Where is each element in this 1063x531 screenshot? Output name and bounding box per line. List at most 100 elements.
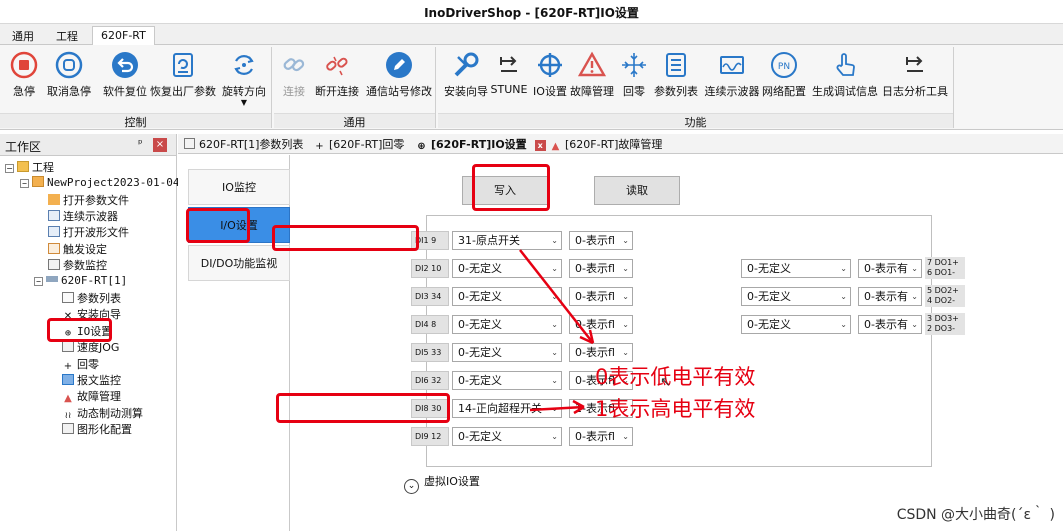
log-tool-button[interactable]: 日志分析工具 bbox=[880, 51, 950, 99]
fault-mgmt-button[interactable]: 故障管理 bbox=[568, 51, 616, 99]
di-label: DI4 8 bbox=[411, 315, 449, 334]
tree-item-msg-monitor[interactable]: 报文监控 bbox=[62, 372, 121, 388]
do-function-select[interactable]: 0-无定义 ⌄ bbox=[741, 315, 851, 334]
install-wizard-button[interactable]: 安装向导 bbox=[442, 51, 490, 99]
station-modify-button[interactable]: 通信站号修改 bbox=[364, 51, 434, 99]
message-icon bbox=[62, 374, 74, 385]
ribbon-group-title: 功能 bbox=[438, 113, 953, 129]
workspace-header: 工作区 ᵖ × bbox=[0, 134, 176, 156]
menu-tab-general[interactable]: 通用 bbox=[4, 26, 42, 45]
homing-button[interactable]: 回零 bbox=[620, 51, 648, 99]
tree-item-fault-mgmt[interactable]: ▲ 故障管理 bbox=[62, 388, 121, 404]
di-label: DI3 34 bbox=[411, 287, 449, 306]
do-level-select[interactable]: 0-表示有 ⌄ bbox=[858, 315, 922, 334]
tree-item-project[interactable]: − NewProject2023-01-04 bbox=[20, 176, 179, 192]
document-icon bbox=[62, 292, 74, 303]
soft-reset-button[interactable]: 软件复位 bbox=[100, 51, 150, 99]
do-function-select[interactable]: 0-无定义 ⌄ bbox=[741, 259, 851, 278]
wrench-icon: ✕ bbox=[63, 311, 73, 322]
crosshair-icon bbox=[538, 53, 562, 77]
cancel-estop-button[interactable]: 取消急停 bbox=[44, 51, 94, 99]
tree-item-device[interactable]: −620F-RT[1] bbox=[34, 274, 127, 290]
tab-dido-monitor[interactable]: DI/DO功能监视 bbox=[188, 245, 290, 281]
homing-cross-icon bbox=[622, 53, 646, 77]
tab-param-list[interactable]: 620F-RT[1]参数列表 bbox=[184, 136, 303, 153]
dropdown-caret-icon: ▼ bbox=[240, 98, 248, 107]
annotation-low-level: 0表示低电平有效 bbox=[595, 365, 756, 389]
ribbon-group-function: 安装向导 STUNE IO设置 故障管理 回零 参数列表 连续示波器 PN 网络 bbox=[438, 47, 954, 129]
param-list-button[interactable]: 参数列表 bbox=[652, 51, 700, 99]
content-area: IO监控 I/O设置 DI/DO功能监视 写入 读取 DI1 9 31-原点开关… bbox=[178, 155, 1063, 531]
stune-button[interactable]: STUNE bbox=[490, 51, 528, 96]
tree-item-root[interactable]: − 工程 bbox=[5, 159, 54, 175]
tab-io-monitor[interactable]: IO监控 bbox=[188, 169, 290, 205]
ribbon-group-title: 通用 bbox=[274, 113, 435, 129]
highlight-di1 bbox=[272, 225, 419, 251]
collapse-icon[interactable]: − bbox=[5, 164, 14, 173]
connect-button[interactable]: 连接 bbox=[278, 51, 310, 99]
tree-item-homing[interactable]: + 回零 bbox=[62, 356, 99, 372]
stop-icon bbox=[10, 51, 38, 79]
tree-item-param-list[interactable]: 参数列表 bbox=[62, 290, 121, 306]
unlink-icon bbox=[326, 56, 348, 76]
virtual-io-toggle[interactable]: ⌄ 虚拟IO设置 bbox=[404, 473, 480, 494]
write-button[interactable]: 写入 bbox=[462, 176, 548, 205]
device-icon bbox=[46, 276, 58, 282]
factory-reset-icon bbox=[173, 53, 193, 77]
oscilloscope-icon bbox=[720, 56, 744, 74]
do-level-select[interactable]: 0-表示有 ⌄ bbox=[858, 259, 922, 278]
tab-fault-mgmt[interactable]: ▲ [620F-RT]故障管理 bbox=[550, 136, 663, 153]
do-function-select[interactable]: 0-无定义 ⌄ bbox=[741, 287, 851, 306]
undo-icon bbox=[112, 52, 138, 78]
tree-item-trigger[interactable]: 触发设定 bbox=[48, 241, 107, 257]
folder-open-icon bbox=[48, 194, 60, 205]
debug-info-button[interactable]: 生成调试信息 bbox=[810, 51, 880, 99]
tree-item-open-wave[interactable]: 打开波形文件 bbox=[48, 224, 129, 240]
do-label: 7 DO1+ 6 DO1- bbox=[925, 257, 965, 279]
tree-item-param-monitor[interactable]: 参数监控 bbox=[48, 257, 107, 273]
ribbon: 急停 取消急停 软件复位 恢复出厂参数 旋转方向 ▼ 控制 连接 断开连接 通信… bbox=[0, 45, 1063, 130]
chevron-down-icon: ⌄ bbox=[840, 320, 847, 329]
tab-io-settings-side[interactable]: I/O设置 bbox=[188, 207, 290, 243]
monitor-icon bbox=[48, 259, 60, 270]
close-tab-icon[interactable]: x bbox=[534, 140, 546, 151]
estop-button[interactable]: 急停 bbox=[6, 51, 42, 99]
io-settings-button[interactable]: IO设置 bbox=[530, 51, 570, 99]
workspace-title: 工作区 bbox=[5, 140, 42, 154]
side-tabs: IO监控 I/O设置 DI/DO功能监视 bbox=[178, 155, 290, 531]
disconnect-button[interactable]: 断开连接 bbox=[312, 51, 362, 99]
scope-icon bbox=[48, 210, 60, 221]
tree-item-io-settings[interactable]: ⊕ IO设置 bbox=[62, 323, 112, 339]
close-icon[interactable]: × bbox=[153, 138, 167, 152]
factory-reset-button[interactable]: 恢复出厂参数 bbox=[150, 51, 216, 99]
pin-icon[interactable]: ᵖ bbox=[138, 137, 143, 150]
chevron-down-icon: ⌄ bbox=[840, 292, 847, 301]
rotate-direction-button[interactable]: 旋转方向 ▼ bbox=[220, 51, 268, 107]
tree-item-graph-config[interactable]: 图形化配置 bbox=[62, 421, 132, 437]
di-label: DI8 30 bbox=[411, 399, 449, 418]
pn-network-icon: PN bbox=[771, 52, 797, 78]
window-title: InoDriverShop - [620F-RT]IO设置 bbox=[424, 6, 639, 20]
menu-tab-project[interactable]: 工程 bbox=[48, 26, 86, 45]
chevron-down-icon: ⌄ bbox=[911, 320, 918, 329]
cancel-stop-icon bbox=[55, 51, 83, 79]
chevron-down-circle-icon[interactable]: ⌄ bbox=[404, 479, 419, 494]
tree-item-open-param[interactable]: 打开参数文件 bbox=[48, 192, 129, 208]
ribbon-group-general: 连接 断开连接 通信站号修改 通用 bbox=[274, 47, 436, 129]
warning-icon bbox=[578, 51, 606, 77]
tree-item-speed-jog[interactable]: 速度JOG bbox=[62, 339, 119, 355]
tab-io-settings[interactable]: ⊕ [620F-RT]IO设置 x bbox=[416, 136, 546, 153]
network-config-button[interactable]: PN 网络配置 bbox=[760, 51, 808, 99]
tree-item-install-wizard[interactable]: ✕ 安装向导 bbox=[62, 306, 121, 322]
continuous-scope-button[interactable]: 连续示波器 bbox=[702, 51, 762, 99]
menu-tab-device[interactable]: 620F-RT bbox=[92, 26, 155, 45]
do-level-select[interactable]: 0-表示有 ⌄ bbox=[858, 287, 922, 306]
tree-item-dyn-brake[interactable]: ≀≀ 动态制动测算 bbox=[62, 405, 143, 421]
collapse-icon[interactable]: − bbox=[20, 179, 29, 188]
di-label: DI5 33 bbox=[411, 343, 449, 362]
tab-homing[interactable]: + [620F-RT]回零 bbox=[314, 136, 404, 153]
collapse-icon[interactable]: − bbox=[34, 277, 43, 286]
read-button[interactable]: 读取 bbox=[594, 176, 680, 205]
tree-item-cont-scope[interactable]: 连续示波器 bbox=[48, 208, 118, 224]
title-bar: InoDriverShop - [620F-RT]IO设置 bbox=[0, 0, 1063, 24]
